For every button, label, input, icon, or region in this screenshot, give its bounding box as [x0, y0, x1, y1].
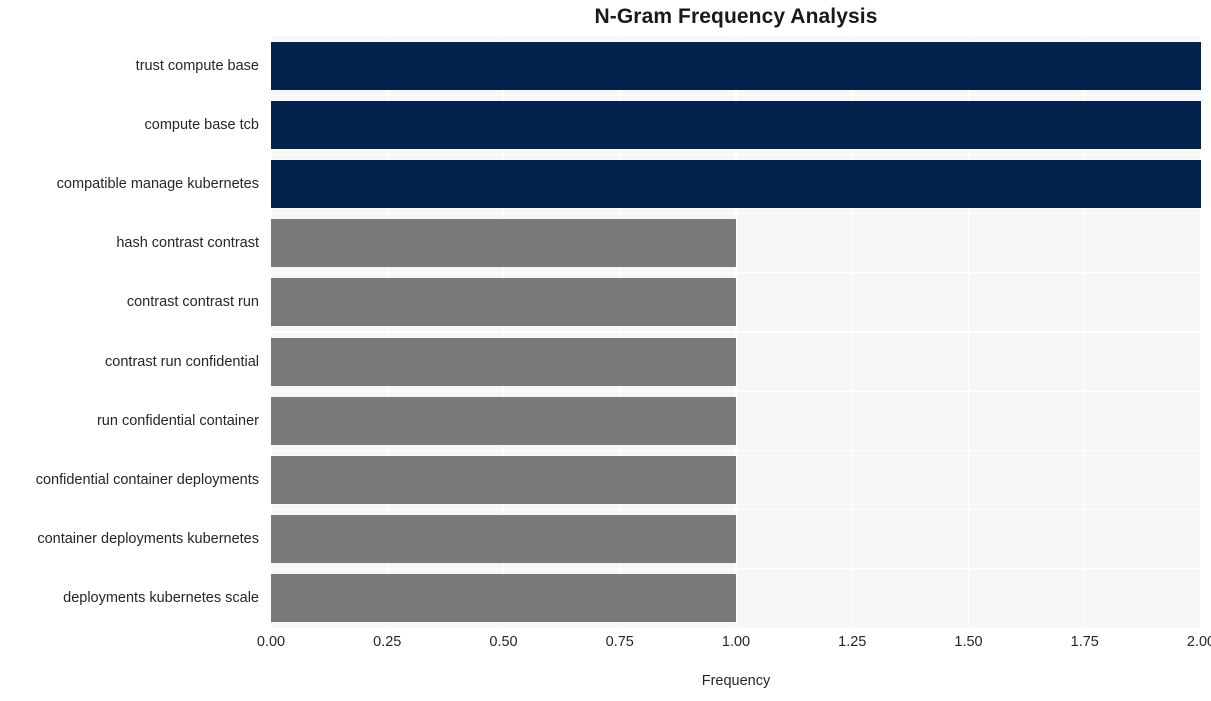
x-axis-label: Frequency	[701, 673, 771, 689]
x-tick-label: 0.00	[256, 634, 286, 650]
x-tick-label: 0.50	[489, 634, 518, 650]
y-axis-tick-labels: trust compute base compute base tcb compat…	[0, 36, 1211, 628]
x-tick-label: 1.75	[1070, 634, 1099, 650]
x-tick-label: 1.00	[721, 634, 751, 650]
y-tick-label: contrast run confidential	[105, 353, 259, 370]
y-tick-label: contrast contrast run	[126, 294, 259, 311]
x-tick-label: 1.50	[954, 634, 983, 650]
x-tick-label: 2.00	[1186, 634, 1211, 650]
chart-figure: N-Gram Frequency Analysis trust compute …	[0, 0, 1211, 701]
y-tick-label: trust compute base	[135, 57, 259, 74]
x-tick-label: 1.25	[838, 634, 867, 650]
x-tick-label: 0.75	[605, 634, 634, 650]
y-tick-label: compatible manage kubernetes	[56, 176, 259, 192]
x-tick-label: 0.25	[373, 634, 402, 650]
y-tick-label: hash contrast contrast	[116, 235, 259, 252]
y-tick-label: compute base tcb	[144, 116, 259, 133]
y-tick-label: run confidential container	[96, 412, 259, 429]
y-tick-label: confidential container deployments	[35, 472, 259, 488]
y-tick-label: container deployments kubernetes	[37, 531, 259, 548]
chart-title: N-Gram Frequency Analysis	[594, 5, 878, 28]
x-axis-tick-labels: 0.00 0.25 0.50 0.75 1.00 1.25 1.50 1.75 2.00	[257, 634, 1211, 658]
y-tick-label: deployments kubernetes scale	[63, 590, 259, 607]
